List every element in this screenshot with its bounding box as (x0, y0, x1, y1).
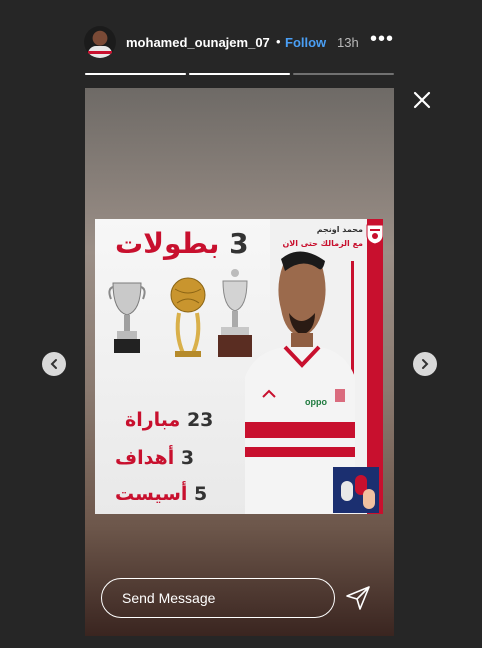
story-header: mohamed_ounajem_07 • Follow 13h ••• (84, 26, 396, 60)
story-progress-2 (189, 73, 290, 75)
previous-story-button[interactable] (42, 352, 66, 376)
username[interactable]: mohamed_ounajem_07 (126, 35, 270, 50)
player-name: محمد اونجم (316, 225, 363, 234)
story-poster: محمد اونجم مع الزمالك حتى الان 3 بطولات (95, 219, 383, 514)
stat-matches: 23 مباراة (125, 409, 213, 431)
more-options-icon[interactable]: ••• (370, 28, 394, 51)
poster-left-panel (95, 219, 270, 514)
story-progress-2-fill (189, 73, 290, 75)
story-frame[interactable]: محمد اونجم مع الزمالك حتى الان 3 بطولات (85, 88, 394, 636)
next-story-button[interactable] (413, 352, 437, 376)
trophy-cup-icon (108, 282, 146, 353)
story-progress-1-fill (85, 73, 186, 75)
stat-goals-value: 3 (180, 447, 195, 469)
timestamp: 13h (337, 35, 359, 50)
stat-assists-label: أسيست (115, 483, 188, 505)
avatar-stripe (88, 51, 112, 54)
stat-assists: 5 أسيست (115, 483, 207, 505)
titles-heading: 3 بطولات (115, 227, 249, 260)
stat-goals: 3 أهداف (115, 447, 194, 469)
stat-goals-label: أهداف (115, 447, 175, 469)
chevron-right-icon (422, 359, 429, 369)
chevron-left-icon (50, 359, 57, 369)
inset-figure-1 (341, 481, 353, 501)
story-progress-3 (293, 73, 394, 75)
svg-text:oppo: oppo (305, 397, 327, 407)
club-crest-icon (366, 224, 383, 245)
trophy-ball-icon (170, 277, 206, 357)
story-progress-1 (85, 73, 186, 75)
titles-label: بطولات (115, 227, 220, 260)
follow-button[interactable]: Follow (285, 35, 326, 50)
close-icon[interactable] (410, 88, 434, 112)
paper-plane-icon[interactable] (345, 585, 371, 611)
inset-figure-3 (363, 489, 375, 509)
send-message-input[interactable] (101, 578, 335, 618)
stat-matches-label: مباراة (125, 409, 181, 431)
avatar[interactable] (84, 26, 116, 58)
stat-matches-value: 23 (186, 409, 214, 431)
stat-assists-value: 5 (194, 483, 208, 505)
separator-dot: • (276, 34, 281, 49)
inset-photo (333, 467, 379, 513)
